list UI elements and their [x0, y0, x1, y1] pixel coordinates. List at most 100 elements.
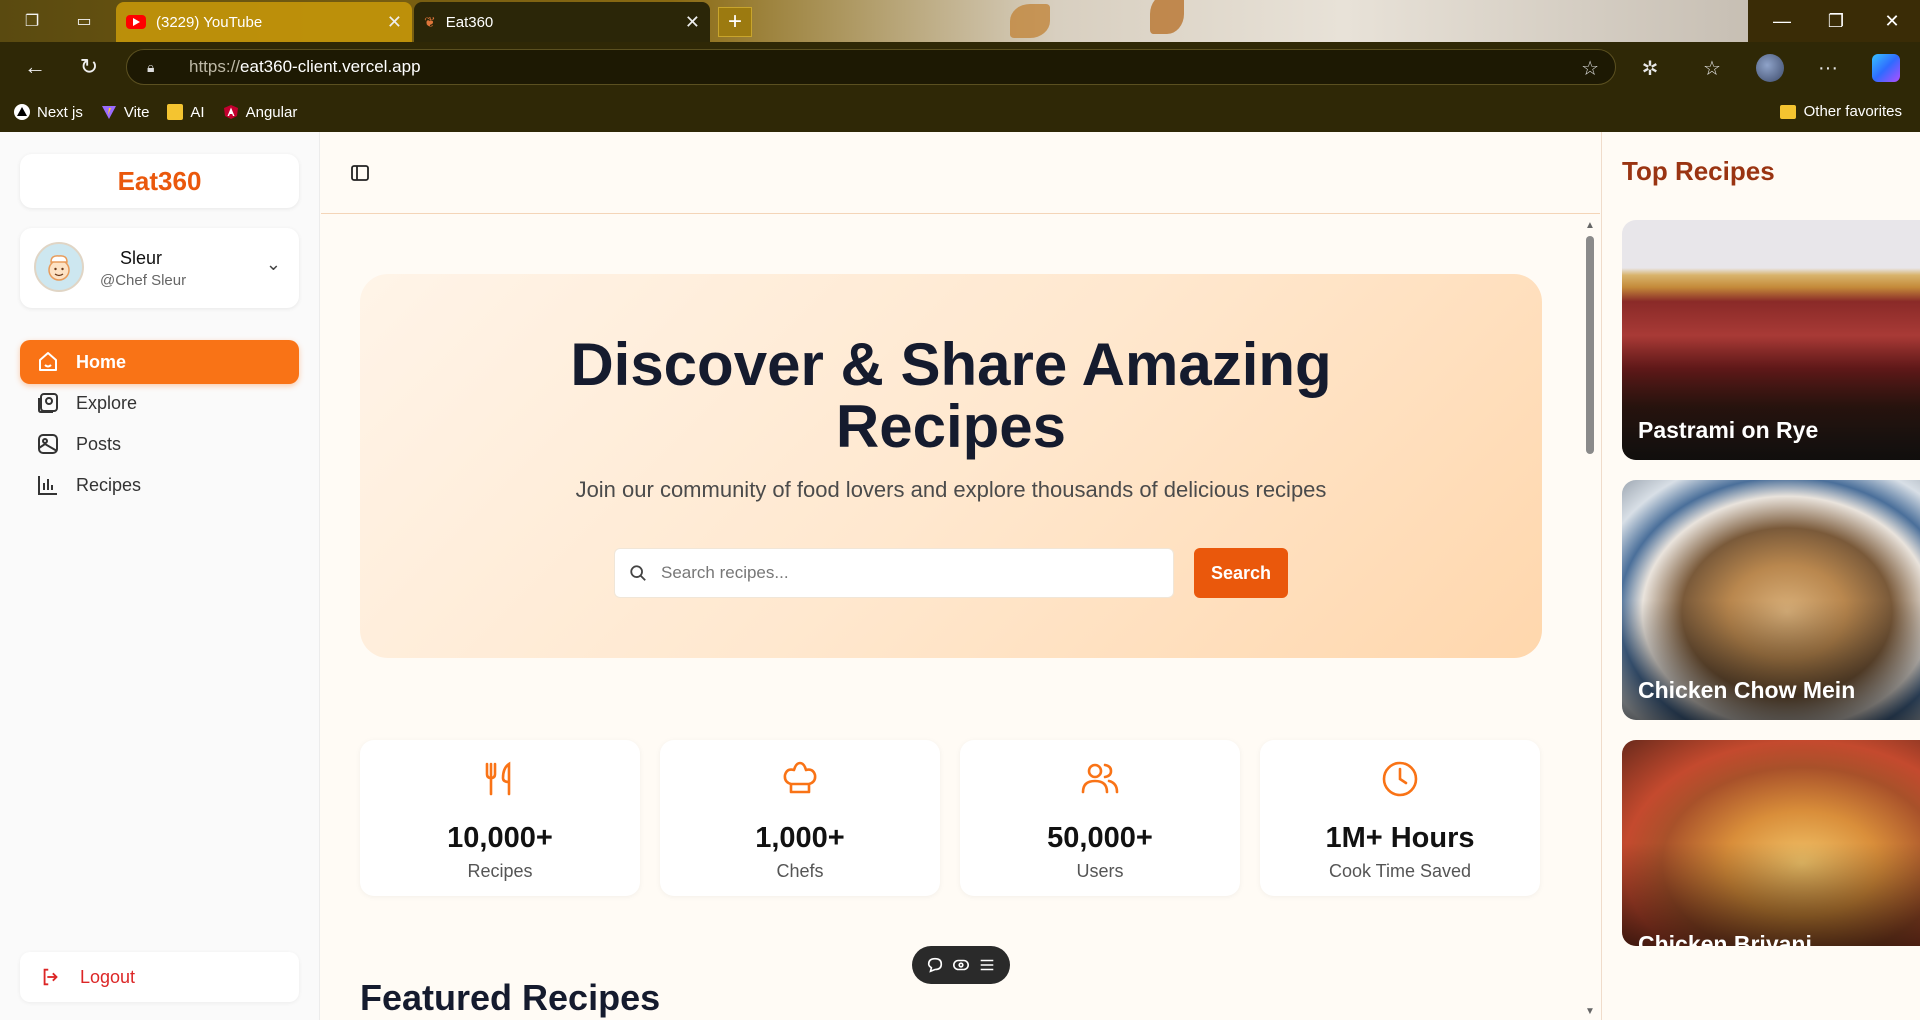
tab-label: Eat360	[445, 13, 494, 31]
close-window-icon[interactable]: ✕	[1862, 0, 1920, 42]
background-leaf	[1150, 0, 1184, 34]
minimize-icon[interactable]: —	[1752, 0, 1812, 42]
vite-icon	[101, 106, 116, 119]
stat-label: Chefs	[776, 861, 824, 881]
stat-card-time: 1M+ Hours Cook Time Saved	[1260, 740, 1540, 896]
recipe-card-briyani[interactable]: Chicken Briyani	[1622, 740, 1920, 946]
recipe-card-title: Pastrami on Rye	[1638, 417, 1819, 443]
extensions-icon[interactable]: ✲	[1636, 54, 1664, 82]
nav-label: Recipes	[76, 474, 142, 495]
copilot-icon[interactable]	[1872, 54, 1900, 82]
bookmark-label: Next js	[37, 103, 83, 121]
bookmarks-bar: Next js Vite AI Angular Other favorites	[0, 92, 1920, 132]
hero-subtitle: Join our community of food lovers and ex…	[575, 477, 1327, 502]
chevron-down-icon[interactable]: ⌄	[266, 254, 281, 275]
nav-item-recipes[interactable]: Recipes	[20, 463, 299, 507]
user-profile-card[interactable]: Sleur @Chef Sleur ⌄	[20, 228, 299, 308]
stat-label: Users	[1076, 861, 1124, 881]
home-icon	[39, 352, 57, 371]
back-icon[interactable]: ←	[20, 52, 50, 82]
scroll-up-icon[interactable]: ▲	[1584, 220, 1596, 231]
profile-avatar-icon[interactable]	[1756, 54, 1784, 82]
folder-icon	[1779, 104, 1796, 119]
nav-label: Home	[76, 351, 127, 372]
sidebar-toggle-icon[interactable]	[349, 162, 371, 184]
tab-eat360[interactable]: ❦ Eat360 ✕	[414, 2, 710, 42]
bookmark-ai-folder[interactable]: AI	[167, 104, 205, 121]
workspaces-icon[interactable]: ❐	[20, 9, 44, 33]
more-menu-icon[interactable]: ···	[1814, 54, 1842, 82]
refresh-icon[interactable]: ↻	[74, 52, 104, 82]
user-handle: @Chef Sleur	[100, 272, 187, 289]
stat-value: 10,000+	[447, 822, 553, 854]
browser-toolbar: ← ↻ 🔒︎ https://eat360-client.vercel.app …	[0, 42, 1920, 92]
app-root: Eat360 Sleur @Chef Sleur ⌄ Home Explore	[0, 132, 1920, 1020]
utensils-icon	[485, 761, 511, 796]
stat-card-users: 50,000+ Users	[960, 740, 1240, 896]
close-tab-icon[interactable]: ✕	[685, 12, 700, 33]
new-tab-button[interactable]: +	[718, 7, 752, 37]
search-input[interactable]	[661, 563, 1141, 583]
stat-value: 1M+ Hours	[1325, 822, 1475, 854]
sidebar: Eat360 Sleur @Chef Sleur ⌄ Home Explore	[0, 132, 320, 1020]
recipe-card-title: Chicken Briyani	[1638, 931, 1812, 946]
chef-hat-icon	[783, 761, 817, 794]
recipe-card-pastrami[interactable]: Pastrami on Rye	[1622, 220, 1920, 460]
address-bar[interactable]: 🔒︎ https://eat360-client.vercel.app ☆	[126, 49, 1616, 85]
tab-actions-icon[interactable]: ▭	[72, 9, 96, 33]
main-scrollbar[interactable]: ▲ ▼	[1584, 220, 1596, 1020]
posts-icon	[38, 434, 58, 454]
logout-label: Logout	[80, 966, 136, 987]
nav-label: Posts	[76, 433, 122, 454]
nav-item-home[interactable]: Home	[20, 340, 299, 384]
youtube-icon	[126, 15, 146, 29]
url-text: https://eat360-client.vercel.app	[189, 57, 421, 76]
chat-icon[interactable]	[926, 956, 944, 974]
view-icon[interactable]	[952, 956, 970, 974]
main-header	[321, 132, 1600, 214]
user-name: Sleur	[120, 248, 163, 268]
favorite-star-icon[interactable]: ☆	[1581, 56, 1599, 81]
stat-label: Cook Time Saved	[1328, 861, 1472, 881]
search-field[interactable]	[614, 548, 1174, 598]
explore-icon	[38, 393, 58, 413]
other-favorites[interactable]: Other favorites	[1779, 103, 1902, 120]
chef-avatar-icon	[48, 255, 70, 281]
stat-label: Recipes	[467, 861, 533, 881]
hero-banner: Discover & Share Amazing Recipes Join ou…	[360, 274, 1542, 658]
brand-logo[interactable]: Eat360	[20, 154, 299, 208]
background-leaf	[1010, 4, 1050, 38]
tab-label: (3229) YouTube	[156, 13, 263, 31]
hero-title-line: Discover & Share Amazing	[570, 331, 1332, 398]
bookmark-angular[interactable]: Angular	[223, 104, 297, 121]
top-recipes-heading: Top Recipes	[1622, 156, 1775, 186]
menu-icon[interactable]	[978, 956, 996, 974]
clock-icon	[1382, 761, 1418, 797]
logout-icon	[43, 968, 58, 986]
avatar	[34, 242, 84, 292]
favorites-icon[interactable]: ☆	[1698, 54, 1726, 82]
search-icon	[630, 565, 646, 581]
featured-recipes-heading: Featured Recipes	[360, 977, 661, 1018]
lock-icon: 🔒︎	[147, 58, 155, 75]
nav-item-explore[interactable]: Explore	[20, 381, 299, 425]
stat-value: 1,000+	[755, 822, 845, 854]
hero-title: Discover & Share Amazing Recipes	[360, 334, 1542, 458]
scrollbar-thumb[interactable]	[1586, 236, 1594, 454]
recipe-card-chow-mein[interactable]: Chicken Chow Mein	[1622, 480, 1920, 720]
bookmark-nextjs[interactable]: Next js	[14, 104, 83, 121]
tab-youtube[interactable]: (3229) YouTube ✕	[116, 2, 412, 42]
search-button[interactable]: Search	[1194, 548, 1288, 598]
floating-toolbar	[912, 946, 1010, 984]
nav-item-posts[interactable]: Posts	[20, 422, 299, 466]
logout-button[interactable]: Logout	[20, 952, 299, 1002]
scroll-down-icon[interactable]: ▼	[1584, 1006, 1596, 1017]
bar-chart-icon	[38, 476, 57, 495]
stat-card-recipes: 10,000+ Recipes	[360, 740, 640, 896]
close-tab-icon[interactable]: ✕	[387, 12, 402, 33]
bookmark-vite[interactable]: Vite	[101, 104, 149, 121]
top-recipes-panel: Top Recipes Pastrami on Rye Chicken Chow…	[1601, 132, 1920, 1020]
restore-icon[interactable]: ❐	[1806, 0, 1866, 42]
recipe-card-title: Chicken Chow Mein	[1638, 677, 1856, 703]
browser-tab-strip: ❐ ▭ (3229) YouTube ✕ ❦ Eat360 ✕ + — ❐ ✕	[0, 0, 1920, 42]
